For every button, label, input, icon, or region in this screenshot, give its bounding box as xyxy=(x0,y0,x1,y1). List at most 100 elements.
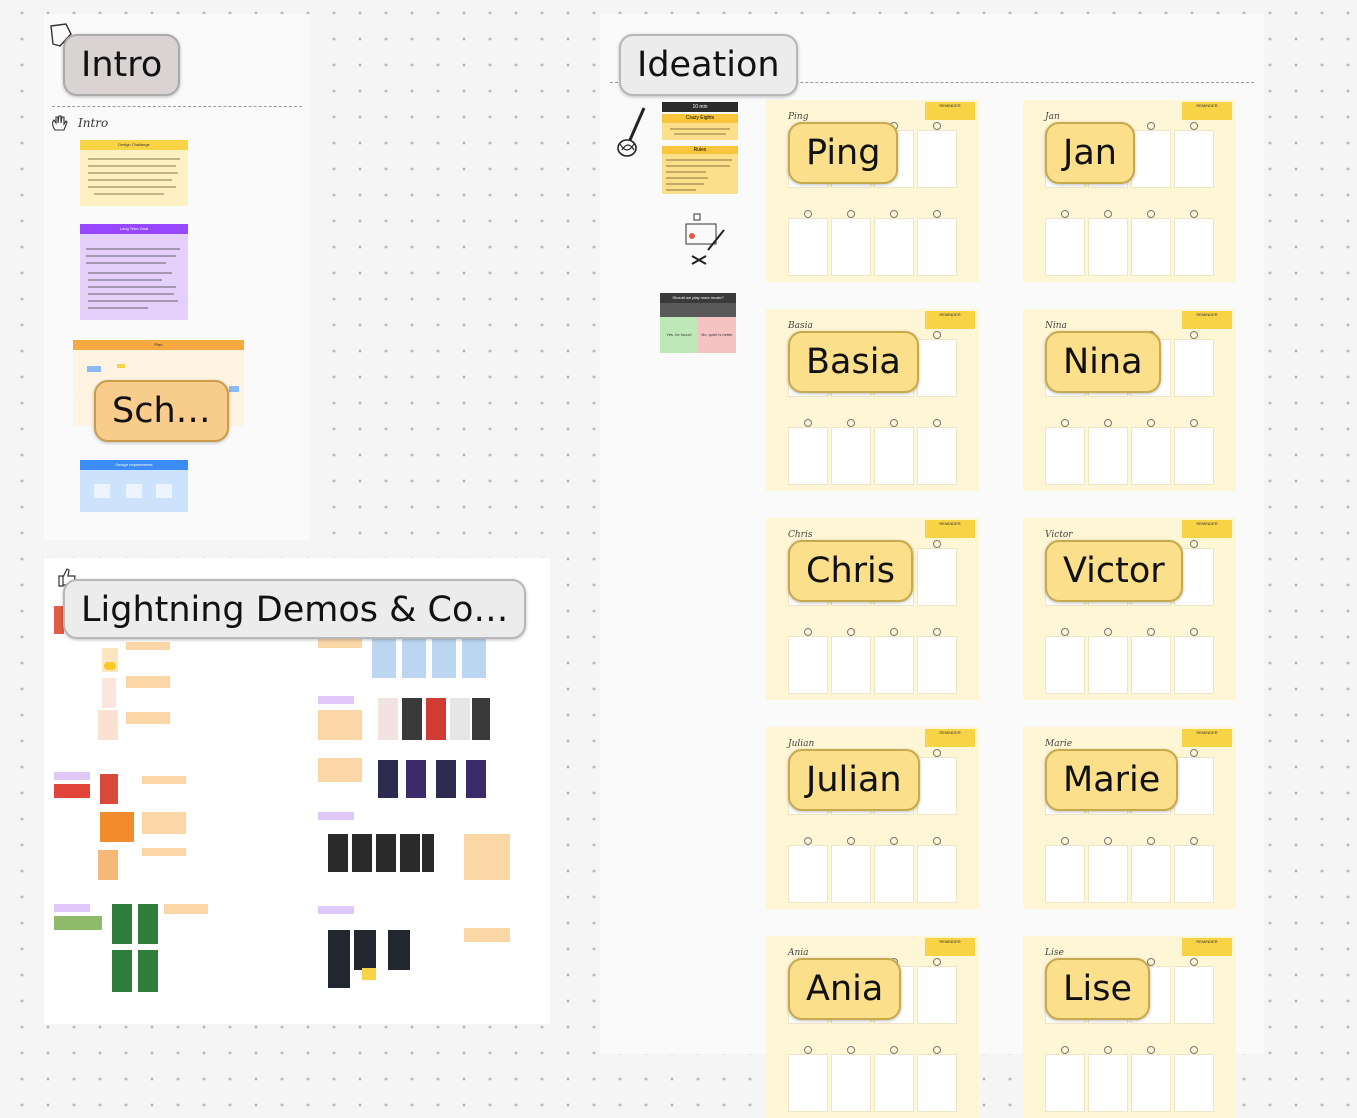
sketch-panel[interactable] xyxy=(788,1054,828,1112)
sketch-panel[interactable] xyxy=(1088,1054,1128,1112)
demo-thumb xyxy=(328,834,348,872)
sketch-panel[interactable] xyxy=(917,339,957,397)
sketch-panel[interactable] xyxy=(1131,427,1171,485)
demo-thumb xyxy=(462,638,486,678)
sketch-panel[interactable] xyxy=(788,845,828,903)
sketch-panel[interactable] xyxy=(1131,130,1171,188)
demo-thumb xyxy=(112,904,132,944)
panel-number-badge xyxy=(1190,122,1198,130)
sketch-panel[interactable] xyxy=(874,427,914,485)
demo-thumb xyxy=(376,834,396,872)
participant-chip-ania[interactable]: Ania xyxy=(788,958,902,1020)
text-line xyxy=(88,272,172,274)
sketch-panel[interactable] xyxy=(1045,636,1085,694)
vote-yes-option[interactable]: Yes, for focus! xyxy=(660,317,698,353)
sketch-panel[interactable] xyxy=(1174,427,1214,485)
sketch-panel[interactable] xyxy=(1131,218,1171,276)
sketch-panel[interactable] xyxy=(788,427,828,485)
text-line xyxy=(88,165,176,167)
ideation-section[interactable]: 10 min Crazy Eights Rules Should we play… xyxy=(600,14,1264,1118)
design-challenge-card[interactable]: Design Challenge xyxy=(80,140,188,206)
participant-chip-nina[interactable]: Nina xyxy=(1045,331,1161,393)
demo-thumb xyxy=(372,638,396,678)
sketch-panel[interactable] xyxy=(1174,339,1214,397)
participant-chip-lise[interactable]: Lise xyxy=(1045,958,1150,1020)
sketch-panel[interactable] xyxy=(917,757,957,815)
rules-card[interactable]: Rules xyxy=(662,146,738,194)
vote-no-option[interactable]: No, quiet is better xyxy=(698,317,736,353)
sketch-panel[interactable] xyxy=(1088,845,1128,903)
sketch-panel[interactable] xyxy=(1045,845,1085,903)
sketch-panel[interactable] xyxy=(1088,636,1128,694)
sketch-panel[interactable] xyxy=(1045,218,1085,276)
intro-section-chip[interactable]: Intro xyxy=(63,34,181,96)
long-term-goal-card[interactable]: Long Term Goal xyxy=(80,224,188,320)
sketch-panel[interactable] xyxy=(1174,757,1214,815)
sketch-panel[interactable] xyxy=(917,636,957,694)
text-line xyxy=(88,279,162,281)
sketch-panel[interactable] xyxy=(874,845,914,903)
sketch-panel[interactable] xyxy=(874,636,914,694)
sketch-panel[interactable] xyxy=(1088,218,1128,276)
participant-chip-basia[interactable]: Basia xyxy=(788,331,919,393)
demo-thumb xyxy=(402,698,422,740)
demo-thumb xyxy=(436,760,456,798)
intro-hand-title: Intro xyxy=(78,116,109,130)
text-line xyxy=(88,300,178,302)
sketch-panel[interactable] xyxy=(1174,636,1214,694)
sketch-panel[interactable] xyxy=(874,1054,914,1112)
crazy-eights-card[interactable]: Crazy Eights xyxy=(662,114,738,140)
panel-number-badge xyxy=(1147,122,1155,130)
demo-thumb xyxy=(98,850,118,880)
demo-note xyxy=(126,642,170,650)
text-line xyxy=(666,177,708,179)
participant-chip-julian[interactable]: Julian xyxy=(788,749,920,811)
sketch-panel[interactable] xyxy=(831,218,871,276)
handwritten-name: Nina xyxy=(1045,321,1067,331)
sketch-panel[interactable] xyxy=(1131,1054,1171,1112)
panel-number-badge xyxy=(1190,628,1198,636)
sketch-panel[interactable] xyxy=(1174,218,1214,276)
sketch-panel[interactable] xyxy=(1174,130,1214,188)
timer-card[interactable]: 10 min xyxy=(662,102,738,112)
sketch-panel[interactable] xyxy=(831,636,871,694)
schedule-section-chip[interactable]: Sch… xyxy=(94,380,229,442)
participant-chip-marie[interactable]: Marie xyxy=(1045,749,1179,811)
panel-number-badge xyxy=(1190,210,1198,218)
sketch-panel[interactable] xyxy=(1131,636,1171,694)
sketch-panel[interactable] xyxy=(788,218,828,276)
sketch-panel[interactable] xyxy=(831,1054,871,1112)
sketch-panel[interactable] xyxy=(917,845,957,903)
music-vote-card[interactable]: Should we play more music? Yes, for focu… xyxy=(660,293,736,353)
sketch-panel[interactable] xyxy=(917,966,957,1024)
sketch-panel[interactable] xyxy=(831,845,871,903)
sketch-panel[interactable] xyxy=(1131,845,1171,903)
sketch-panel[interactable] xyxy=(788,636,828,694)
sketch-panel[interactable] xyxy=(1174,1054,1214,1112)
plan-step xyxy=(87,366,101,372)
sketch-panel[interactable] xyxy=(874,218,914,276)
participant-chip-victor[interactable]: Victor xyxy=(1045,540,1183,602)
sketch-panel[interactable] xyxy=(917,130,957,188)
plan-step xyxy=(229,386,239,392)
ideation-section-chip[interactable]: Ideation xyxy=(619,34,798,96)
sketch-panel[interactable] xyxy=(1045,1054,1085,1112)
sketch-panel[interactable] xyxy=(831,427,871,485)
panel-number-badge xyxy=(1104,628,1112,636)
design-requirements-card[interactable]: Design requirements xyxy=(80,460,188,512)
sketch-panel[interactable] xyxy=(1045,427,1085,485)
sketch-panel[interactable] xyxy=(917,427,957,485)
sketch-panel[interactable] xyxy=(917,1054,957,1112)
sketch-panel[interactable] xyxy=(1174,966,1214,1024)
participant-chip-ping[interactable]: Ping xyxy=(788,122,899,184)
sketch-panel[interactable] xyxy=(917,218,957,276)
panel-number-badge xyxy=(804,837,812,845)
whisk-icon xyxy=(617,107,646,157)
participant-chip-jan[interactable]: Jan xyxy=(1045,122,1135,184)
sketch-panel[interactable] xyxy=(917,548,957,606)
participant-chip-chris[interactable]: Chris xyxy=(788,540,913,602)
sketch-panel[interactable] xyxy=(1174,845,1214,903)
panel-number-badge xyxy=(1061,837,1069,845)
lightning-demos-section-chip[interactable]: Lightning Demos & Co… xyxy=(63,579,527,639)
sketch-panel[interactable] xyxy=(1088,427,1128,485)
